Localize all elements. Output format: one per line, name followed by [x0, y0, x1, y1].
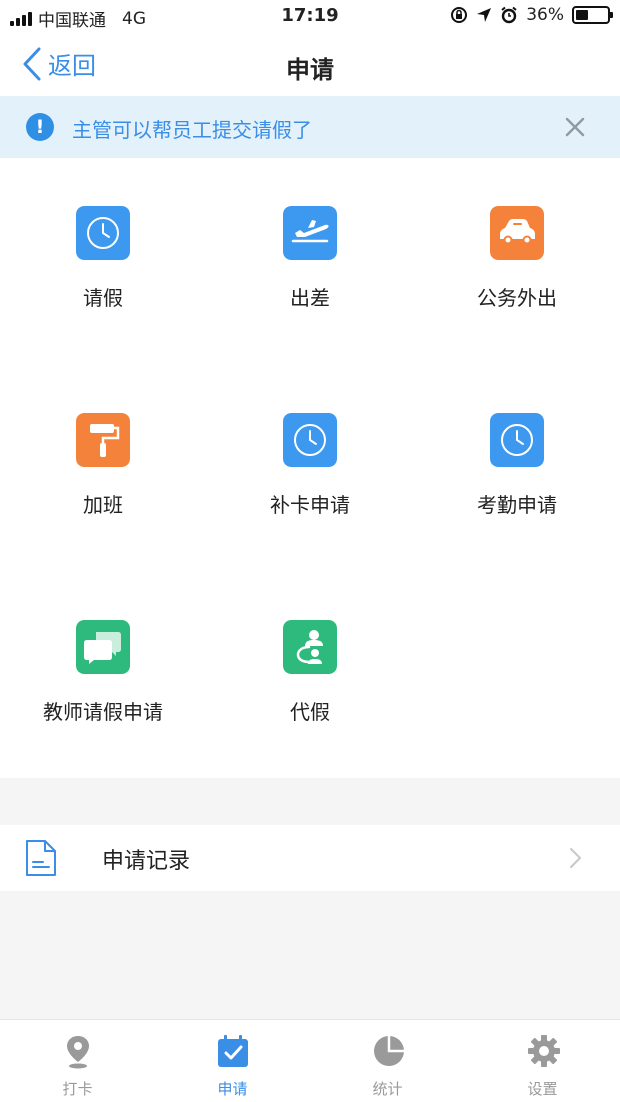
notice-banner: ! 主管可以帮员工提交请假了: [0, 96, 620, 158]
battery-icon: [572, 6, 613, 24]
person-swap-icon: [283, 620, 337, 674]
nav-bar: 返回 申请: [0, 34, 620, 96]
clock-icon: [490, 413, 544, 467]
app-label: 出差: [290, 286, 330, 310]
gear-icon: [528, 1035, 560, 1067]
location-pin-icon: [67, 1036, 89, 1069]
pie-chart-icon: [374, 1036, 404, 1066]
app-label: 考勤申请: [477, 493, 557, 517]
orientation-lock-icon: [451, 7, 468, 23]
records-label: 申请记录: [102, 849, 191, 874]
tab-settings[interactable]: 设置: [465, 1020, 620, 1102]
page-title: 申请: [286, 56, 334, 84]
alarm-icon: [501, 6, 517, 24]
app-label: 补卡申请: [270, 493, 350, 517]
app-leave[interactable]: 请假: [0, 158, 206, 364]
app-teacher-leave[interactable]: 教师请假申请: [0, 572, 206, 778]
tab-label: 申请: [217, 1080, 248, 1098]
app-overtime[interactable]: 加班: [0, 365, 206, 571]
tab-label: 设置: [527, 1080, 558, 1098]
app-label: 加班: [83, 493, 123, 517]
app-business-trip[interactable]: 出差: [207, 158, 413, 364]
tab-apply[interactable]: 申请: [155, 1020, 310, 1102]
battery-percent: 36%: [526, 5, 564, 25]
chat-bubbles-icon: [76, 620, 130, 674]
document-icon: [26, 840, 56, 876]
tab-bar: 打卡 申请 统计 设置: [0, 1019, 620, 1102]
app-grid: 请假 出差 公务外出 加班 补卡申请 考勤申请 教师请假申请 代假: [0, 158, 620, 778]
tab-label: 打卡: [62, 1080, 93, 1098]
app-label: 代假: [290, 700, 330, 724]
tab-statistics[interactable]: 统计: [310, 1020, 465, 1102]
status-right: 36%: [450, 5, 613, 25]
location-arrow-icon: [477, 8, 492, 22]
app-official-outing[interactable]: 公务外出: [414, 158, 620, 364]
clock-icon: [76, 206, 130, 260]
app-label: 教师请假申请: [43, 700, 163, 724]
calendar-check-icon: [218, 1035, 248, 1067]
tab-clock-in[interactable]: 打卡: [0, 1020, 155, 1102]
car-icon: [490, 206, 544, 260]
airplane-icon: [283, 206, 337, 260]
app-clock-correction[interactable]: 补卡申请: [207, 365, 413, 571]
notice-text: 主管可以帮员工提交请假了: [72, 118, 312, 142]
app-proxy-leave[interactable]: 代假: [207, 572, 413, 778]
tab-label: 统计: [372, 1080, 403, 1098]
app-attendance[interactable]: 考勤申请: [414, 365, 620, 571]
paint-roller-icon: [76, 413, 130, 467]
app-label: 请假: [83, 286, 123, 310]
clock-icon: [283, 413, 337, 467]
status-bar: 中国联通 4G 17:19 36%: [0, 0, 620, 34]
app-label: 公务外出: [477, 286, 557, 310]
chevron-right-icon: [570, 848, 581, 868]
application-records-row[interactable]: 申请记录: [0, 825, 620, 891]
info-icon: !: [26, 113, 54, 141]
close-icon[interactable]: [558, 110, 592, 144]
